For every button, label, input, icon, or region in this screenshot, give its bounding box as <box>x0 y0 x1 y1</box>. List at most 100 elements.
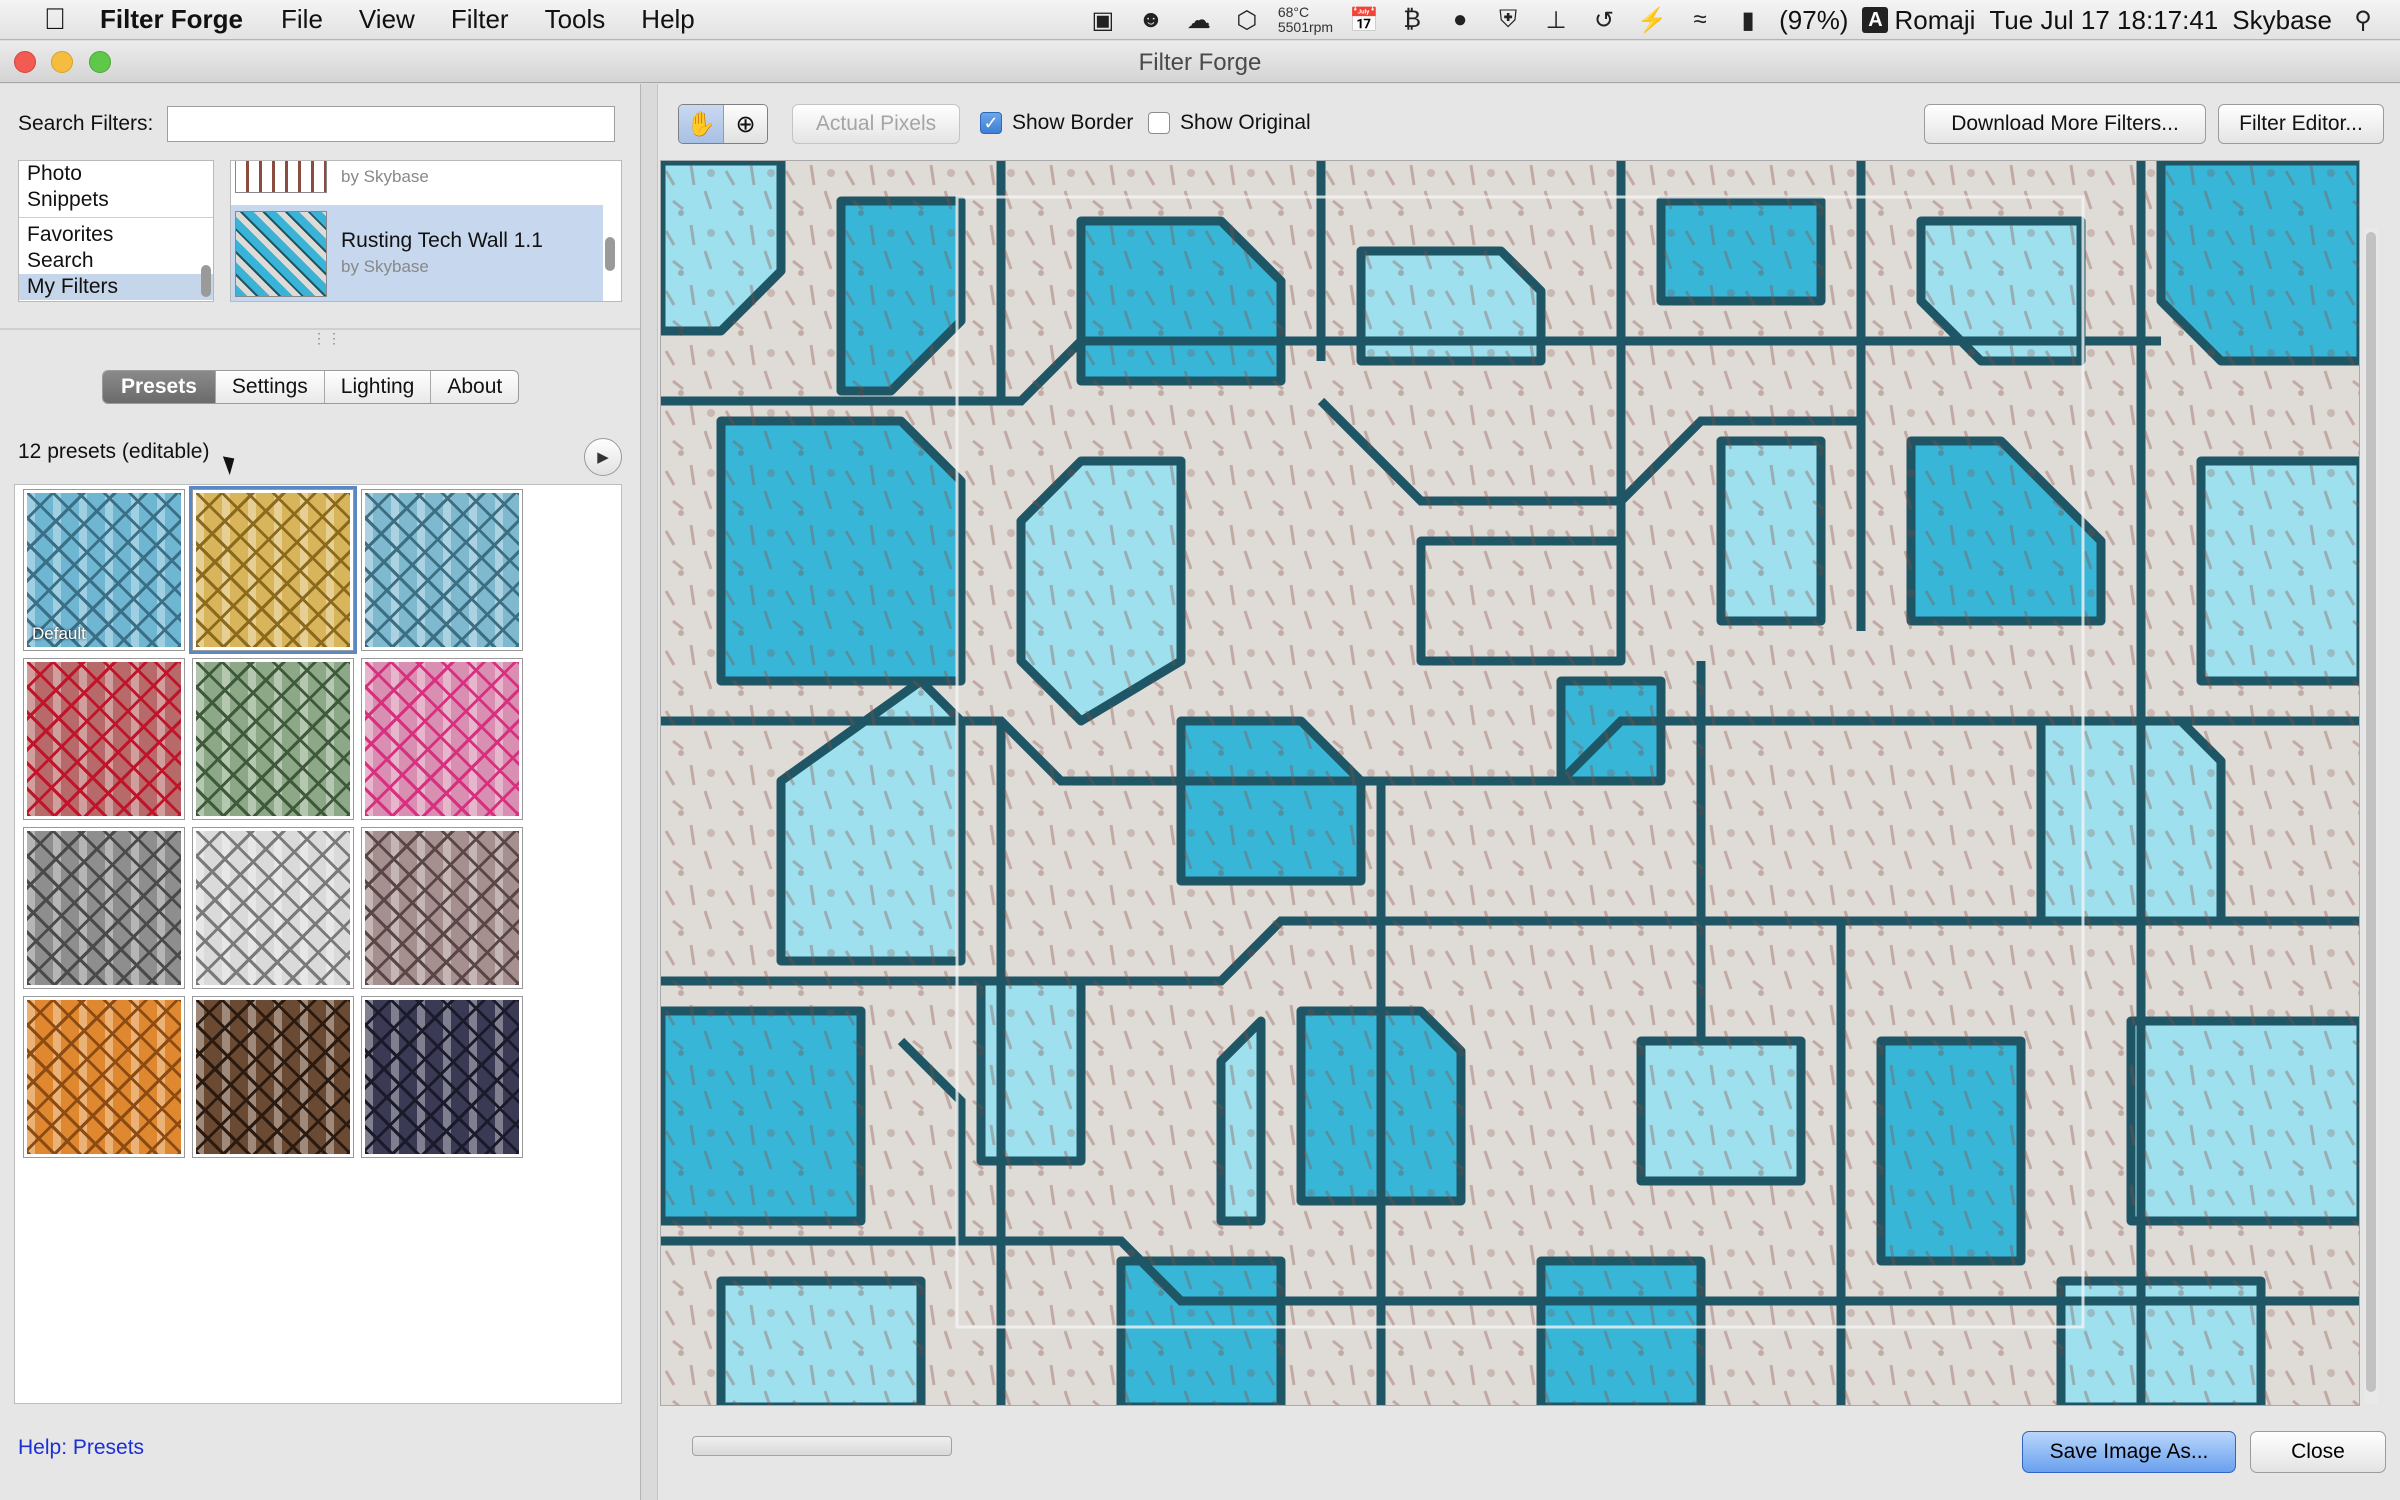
show-original-label: Show Original <box>1180 111 1311 134</box>
hexagon-icon[interactable]: ⬡ <box>1230 5 1264 35</box>
menu-view[interactable]: View <box>359 4 415 35</box>
category-list[interactable]: Photo Snippets Favorites Search My Filte… <box>18 160 214 302</box>
preset-thumbnail[interactable] <box>361 827 523 989</box>
menu-bar:  Filter Forge File View Filter Tools He… <box>0 0 2400 40</box>
preset-image <box>27 662 181 816</box>
category-search[interactable]: Search <box>19 248 213 274</box>
empty-checkbox-icon <box>1148 112 1170 134</box>
preset-thumbnail[interactable] <box>189 486 357 654</box>
preset-image <box>196 831 350 985</box>
preset-thumbnail[interactable] <box>361 996 523 1158</box>
shield-icon[interactable]: ⛨ <box>1491 5 1525 35</box>
wifi-icon[interactable]: ≈ <box>1683 5 1717 35</box>
preset-thumbnail[interactable] <box>192 996 354 1158</box>
filter-text: Rusting Tech Wall 1.1 by Skybase <box>327 228 543 280</box>
settings-tabs: Presets Settings Lighting About <box>102 370 520 404</box>
cloud-icon[interactable]: ☁ <box>1182 5 1216 35</box>
input-source[interactable]: A Romaji <box>1862 5 1975 36</box>
rust-overlay <box>661 161 2359 1405</box>
menu-tools[interactable]: Tools <box>545 4 606 35</box>
menu-file[interactable]: File <box>281 4 323 35</box>
apple-menu-icon[interactable]:  <box>30 3 80 37</box>
input-source-label: Romaji <box>1894 4 1976 35</box>
tab-presets[interactable]: Presets <box>103 371 216 403</box>
spotlight-search-icon[interactable]: ⚲ <box>2346 5 2380 35</box>
app-menu[interactable]: Filter Forge <box>100 4 243 35</box>
preset-label: Default <box>32 624 86 643</box>
preset-image <box>365 831 519 985</box>
category-snippets[interactable]: Snippets <box>19 187 213 213</box>
preset-thumbnail[interactable] <box>23 658 185 820</box>
status-area: ▣ ☻ ☁ ⬡ 68°C 5501rpm 📅 ₿ ● ⛨ ⊥ ↺ ⚡ ≈ ▮ (… <box>1086 0 2380 40</box>
category-my-filters[interactable]: My Filters <box>19 274 213 300</box>
menu-filter[interactable]: Filter <box>451 4 509 35</box>
category-scrollbar[interactable] <box>201 265 211 297</box>
filter-thumbnail <box>235 211 327 297</box>
preview-canvas[interactable] <box>660 160 2360 1406</box>
rusting-tech-wall-preview[interactable] <box>661 161 2360 1406</box>
show-original-checkbox[interactable]: Show Original <box>1148 104 1311 142</box>
filter-name: Rusting Tech Wall 1.1 <box>341 229 543 252</box>
search-label: Search Filters: <box>18 112 154 135</box>
user-menu[interactable]: Skybase <box>2232 5 2332 36</box>
preset-image <box>365 662 519 816</box>
filter-editor-button[interactable]: Filter Editor... <box>2218 104 2384 144</box>
record-icon[interactable]: ● <box>1443 5 1477 35</box>
preset-image <box>27 831 181 985</box>
actual-pixels-button[interactable]: Actual Pixels <box>792 104 960 144</box>
preview-panel: ✋ ⊕ Actual Pixels ✓ Show Border Show Ori… <box>658 84 2400 1500</box>
search-filters-input[interactable] <box>167 106 616 142</box>
screen-recorder-icon[interactable]: ▣ <box>1086 5 1120 35</box>
fan-speed-value: 5501rpm <box>1277 19 1334 35</box>
preset-thumbnail[interactable] <box>23 827 185 989</box>
help-presets-link[interactable]: Help: Presets <box>18 1436 144 1460</box>
preset-image <box>365 493 519 647</box>
presets-count: 12 presets (editable) <box>18 440 210 463</box>
calendar-icon[interactable]: 📅 <box>1347 5 1381 35</box>
alien-icon[interactable]: ☻ <box>1134 5 1168 35</box>
preset-image <box>196 662 350 816</box>
filter-list-scrollbar[interactable] <box>605 237 615 271</box>
bitcoin-icon[interactable]: ₿ <box>1395 5 1429 35</box>
preset-thumbnail[interactable] <box>23 996 185 1158</box>
close-button[interactable]: Close <box>2250 1431 2386 1473</box>
time-machine-icon[interactable]: ↺ <box>1587 5 1621 35</box>
category-favorites[interactable]: Favorites <box>19 222 213 248</box>
window-title: Filter Forge <box>1138 49 1262 76</box>
filter-item-selected[interactable]: Rusting Tech Wall 1.1 by Skybase <box>231 205 603 301</box>
battery-icon[interactable]: ▮ <box>1731 5 1765 35</box>
menu-help[interactable]: Help <box>641 4 694 35</box>
preset-thumbnail[interactable] <box>361 489 523 651</box>
show-border-checkbox[interactable]: ✓ Show Border <box>980 104 1133 142</box>
download-more-filters-button[interactable]: Download More Filters... <box>1924 104 2206 144</box>
preset-thumbnail[interactable] <box>192 658 354 820</box>
lightning-icon[interactable]: ⚡ <box>1635 5 1669 35</box>
preset-thumbnail[interactable] <box>361 658 523 820</box>
play-icon: ▶ <box>597 449 609 466</box>
temperature-value: 68°C <box>1277 4 1310 20</box>
filter-author: by Skybase <box>341 257 429 276</box>
filter-list[interactable]: by Skybase Rusting Tech Wall 1.1 by Skyb… <box>230 160 622 302</box>
filter-author: by Skybase <box>341 167 429 186</box>
battery-percent: (97%) <box>1779 4 1849 35</box>
preview-scrollbar[interactable] <box>2364 228 2378 1404</box>
broom-icon[interactable]: ⊥ <box>1539 5 1573 35</box>
category-photo[interactable]: Photo <box>19 161 213 187</box>
cpu-temperature[interactable]: 68°C 5501rpm <box>1278 5 1333 35</box>
preset-image <box>27 1000 181 1154</box>
tab-about[interactable]: About <box>431 371 518 403</box>
zoom-tool-icon[interactable]: ⊕ <box>723 105 767 143</box>
clock[interactable]: Tue Jul 17 18:17:41 <box>1989 5 2218 36</box>
presets-play-button[interactable]: ▶ <box>584 438 622 476</box>
filter-item[interactable]: by Skybase <box>231 161 603 199</box>
filter-text: by Skybase <box>341 161 429 187</box>
hand-tool-icon[interactable]: ✋ <box>679 105 723 143</box>
tab-settings[interactable]: Settings <box>216 371 325 403</box>
save-image-as-button[interactable]: Save Image As... <box>2022 1431 2236 1473</box>
divider-grip-icon[interactable]: ⋮⋮ <box>312 330 342 347</box>
preset-thumbnail[interactable] <box>192 827 354 989</box>
splitter[interactable] <box>640 84 658 1500</box>
preset-thumbnail[interactable]: Default <box>23 489 185 651</box>
tab-lighting[interactable]: Lighting <box>325 371 432 403</box>
preview-scroll-thumb[interactable] <box>2366 232 2376 1392</box>
